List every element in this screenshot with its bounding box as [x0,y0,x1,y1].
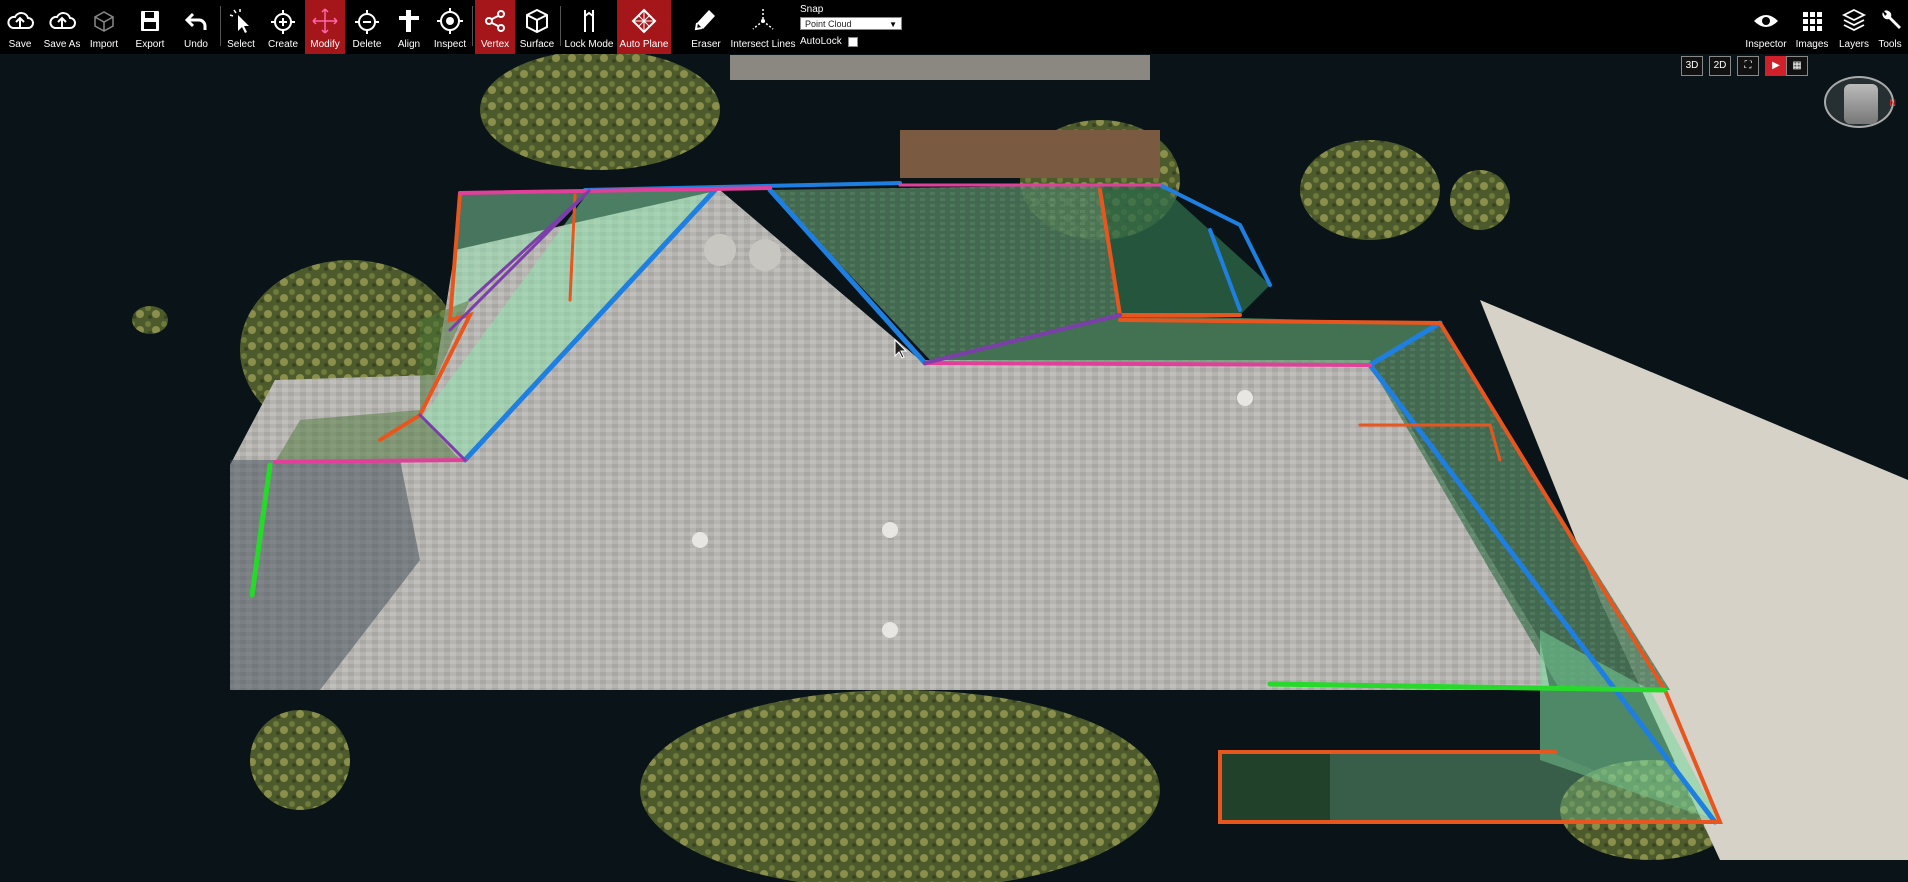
toolbar-separator [560,6,561,46]
view-3d-button[interactable]: 3D [1681,56,1703,76]
facet-front-extension-dark [1220,752,1330,822]
select-button[interactable]: Select [224,0,258,54]
facet-back-right [1100,185,1270,315]
inspect-button[interactable]: Inspect [432,0,468,54]
cube-outline-icon [94,11,114,32]
delete-label: Delete [352,39,382,50]
layers-label: Layers [1838,39,1869,50]
eye-icon [1754,15,1778,27]
lock-mode-icon [584,10,594,32]
align-label: Align [397,39,421,50]
vertex-label: Vertex [480,39,510,50]
eraser-label: Eraser [691,39,721,50]
plus-circle-icon [271,10,295,34]
toolbar-separator [220,6,221,46]
autolock-label: AutoLock [800,36,842,47]
snap-select[interactable]: Point Cloud ▼ [800,17,902,30]
export-label: Export [135,39,165,50]
surface-label: Surface [519,39,555,50]
save-button[interactable]: Save [2,0,38,54]
snap-panel: Snap Point Cloud ▼ AutoLock [800,4,910,50]
point-cloud-viewport[interactable] [0,54,1908,882]
tools-label: Tools [1878,39,1902,50]
chevron-down-icon: ▼ [889,20,897,29]
undo-button[interactable]: Undo [178,0,214,54]
snap-select-value: Point Cloud [805,19,852,29]
images-label: Images [1795,39,1829,50]
cloud-upload-icon [49,12,76,29]
intersect-lines-label: Intersect Lines [730,39,796,50]
undo-label: Undo [184,39,208,50]
main-toolbar: Save Save As Import Export Undo Select C… [0,0,1908,54]
view-2d-button[interactable]: 2D [1709,56,1731,76]
lock-mode-button[interactable]: Lock Mode [564,0,614,54]
eraser-icon [694,10,715,31]
view-cube-icon [1844,84,1878,124]
inspect-label: Inspect [433,39,467,50]
edge-pink [458,186,772,195]
cloud-upload-icon [7,12,34,29]
eraser-button[interactable]: Eraser [688,0,724,54]
autolock-row: AutoLock [800,36,910,47]
undo-arrow-icon [184,12,207,30]
select-label: Select [227,39,255,50]
toolbar-separator [472,6,473,46]
tools-button[interactable]: Tools [1874,0,1906,54]
modify-label: Modify [310,39,340,50]
surface-button[interactable]: Surface [518,0,556,54]
lock-mode-label: Lock Mode [564,39,614,50]
create-label: Create [267,39,298,50]
images-button[interactable]: Images [1792,0,1832,54]
intersect-axes-icon [752,9,774,30]
align-icon [399,10,419,32]
auto-plane-button[interactable]: Auto Plane [617,0,671,54]
delete-button[interactable]: Delete [349,0,385,54]
intersect-lines-button[interactable]: Intersect Lines [730,0,796,54]
layers-icon [1841,8,1867,32]
layers-button[interactable]: Layers [1836,0,1872,54]
fullscreen-icon: ⛶ [1744,60,1752,71]
import-label: Import [89,39,119,50]
save-as-label: Save As [43,39,81,50]
edge-pink [923,361,1372,367]
align-button[interactable]: Align [392,0,426,54]
modify-button[interactable]: Modify [305,0,345,54]
vertex-share-icon [485,10,505,32]
cursor-select-icon [229,9,249,33]
grid-icon: ▦ [1792,60,1802,71]
minus-circle-icon [355,10,379,34]
auto-plane-grid-icon [631,8,657,34]
inspector-label: Inspector [1745,39,1787,50]
fullscreen-button[interactable]: ⛶ [1737,56,1759,76]
autolock-checkbox[interactable] [847,36,858,47]
camera-button[interactable]: ▶ [1765,56,1787,76]
vertex-button[interactable]: Vertex [475,0,515,54]
create-button[interactable]: Create [266,0,300,54]
save-label: Save [8,39,32,50]
surface-cube-icon [526,8,548,34]
wrench-icon [1882,10,1901,29]
inspector-button[interactable]: Inspector [1744,0,1788,54]
import-button[interactable]: Import [86,0,122,54]
snap-title: Snap [800,4,824,15]
camera-icon: ▶ [1772,60,1780,71]
grid-toggle-button[interactable]: ▦ [1786,56,1808,76]
auto-plane-label: Auto Plane [619,39,669,50]
save-as-button[interactable]: Save As [42,0,82,54]
export-button[interactable]: Export [132,0,168,54]
edge-pink [273,458,467,464]
move-arrows-icon [312,8,338,34]
compass-north-label: N [1889,98,1897,108]
grid-icon [1803,12,1822,31]
orientation-compass[interactable]: N [1824,76,1897,128]
target-icon [437,8,463,34]
floppy-disk-icon [141,11,159,31]
